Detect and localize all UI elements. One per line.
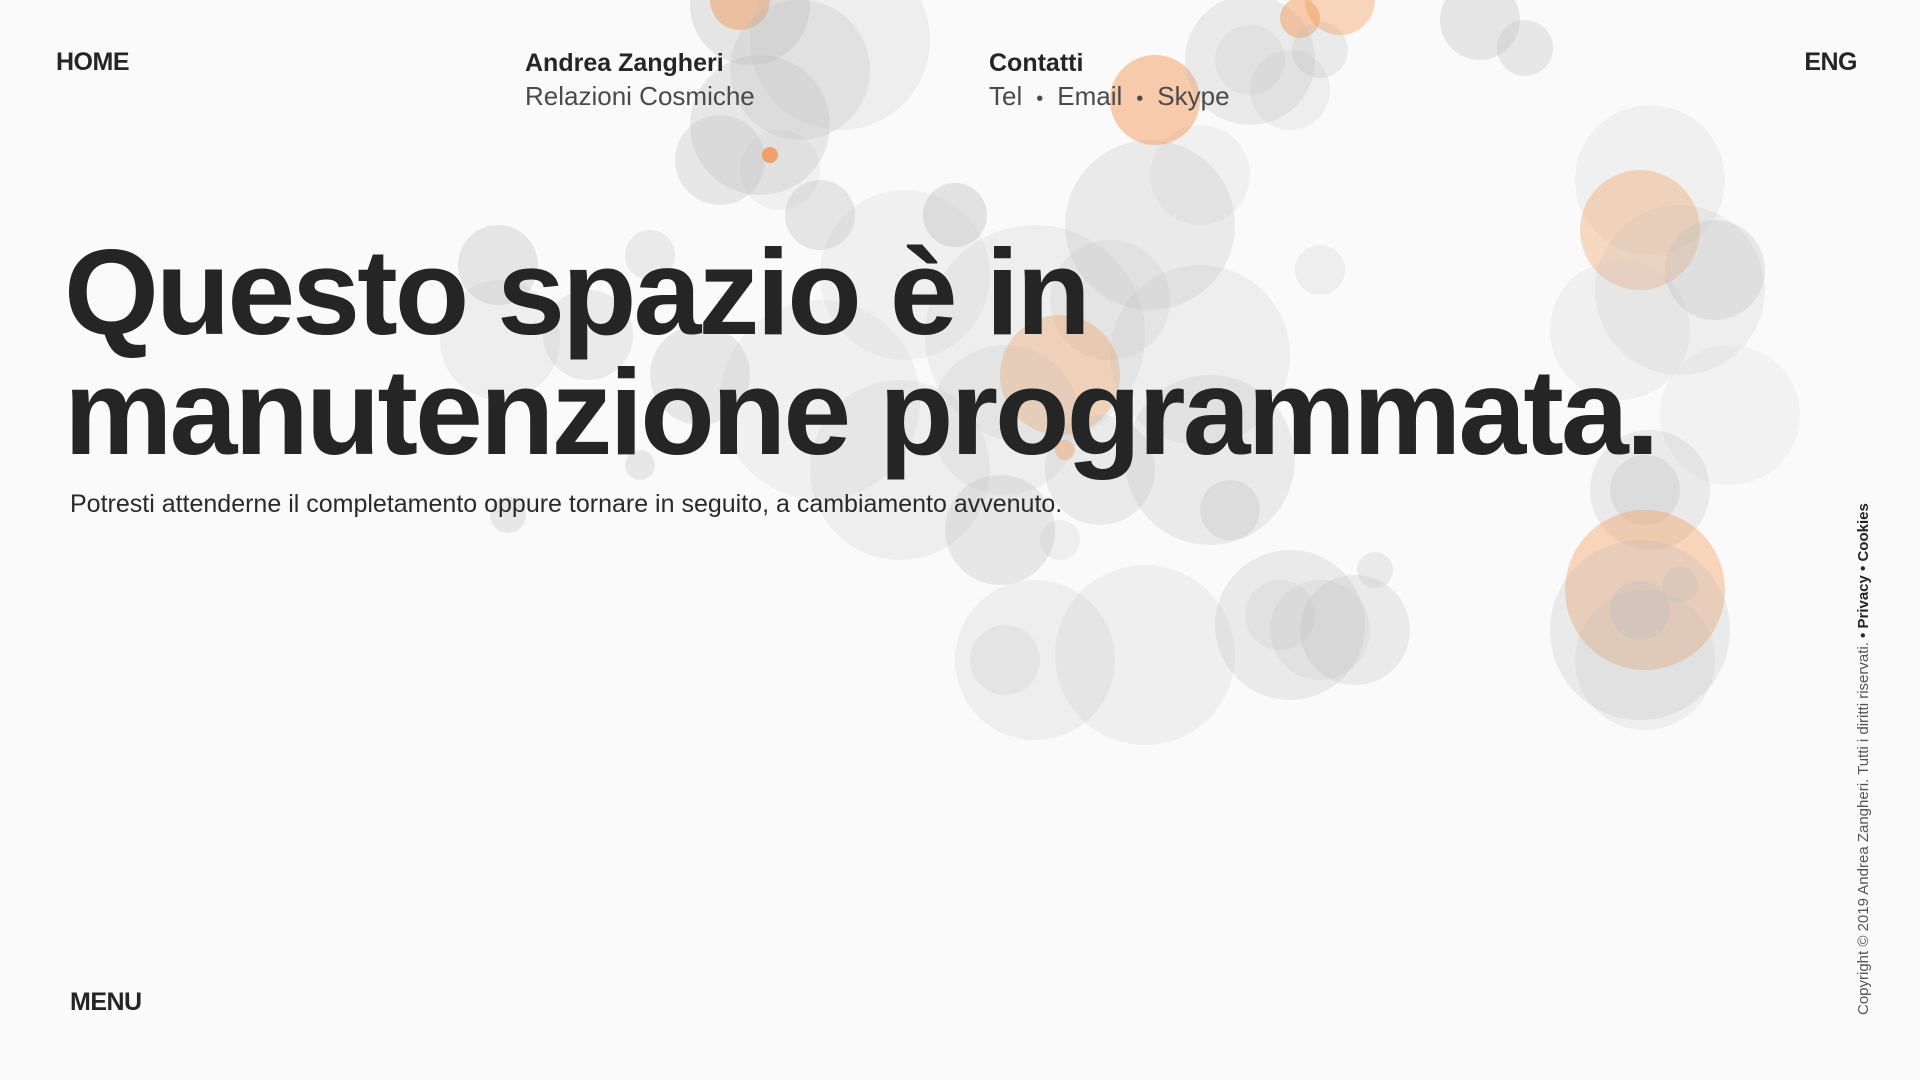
page-title: Questo spazio è in manutenzione programm… <box>64 231 1660 473</box>
cookies-link[interactable]: • Cookies <box>1855 503 1872 571</box>
bubble <box>970 625 1040 695</box>
bubble <box>1610 580 1670 640</box>
bubble <box>1662 567 1698 603</box>
privacy-link[interactable]: • Privacy <box>1855 575 1872 638</box>
menu-button[interactable]: MENU <box>70 988 142 1017</box>
brand-tagline: Relazioni Cosmiche <box>525 81 755 111</box>
page-title-line-1: Questo spazio è in <box>64 224 1091 360</box>
bubble <box>1497 20 1553 76</box>
bubble <box>1245 580 1315 650</box>
contact-email-link[interactable]: Email <box>1057 81 1122 111</box>
contacts: Contatti Tel • Email • Skype <box>989 48 1230 117</box>
page-subtitle: Potresti attenderne il completamento opp… <box>70 490 1063 518</box>
copyright-vertical: Copyright © 2019 Andrea Zangheri. Tutti … <box>1855 503 1872 1015</box>
decorative-bubbles <box>440 0 1800 745</box>
bubble <box>1357 552 1393 588</box>
bubble <box>1055 565 1235 745</box>
bubble <box>762 147 778 163</box>
contacts-title: Contatti <box>989 49 1084 77</box>
language-switch-link[interactable]: ENG <box>1804 48 1857 77</box>
contact-links: Tel • Email • Skype <box>989 78 1230 117</box>
home-link[interactable]: HOME <box>56 48 130 77</box>
hero: Questo spazio è in manutenzione programm… <box>64 231 1660 519</box>
contact-skype-link[interactable]: Skype <box>1157 81 1229 111</box>
bubble <box>1300 575 1410 685</box>
brand-name: Andrea Zangheri <box>525 49 724 77</box>
bubble <box>1040 520 1080 560</box>
separator-dot: • <box>1036 88 1044 110</box>
contact-tel-link[interactable]: Tel <box>989 81 1022 111</box>
brand: Andrea Zangheri Relazioni Cosmiche <box>525 48 755 114</box>
copyright-text: Copyright © 2019 Andrea Zangheri. Tutti … <box>1855 642 1872 1015</box>
separator-dot: • <box>1136 88 1144 110</box>
page-title-line-2: manutenzione programmata. <box>64 344 1660 480</box>
